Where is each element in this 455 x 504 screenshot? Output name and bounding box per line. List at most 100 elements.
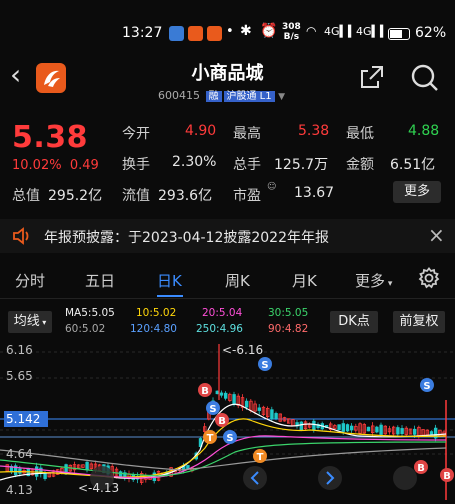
y-tick-label: 4.64 <box>6 447 33 461</box>
open-label: 今开 <box>122 126 150 142</box>
pe-info-icon[interactable]: ☺ <box>267 182 276 192</box>
current-price: 5.38 <box>12 120 89 155</box>
ma250-value: 250:4.96 <box>196 323 243 335</box>
chevron-down-icon[interactable]: ▼ <box>278 92 285 102</box>
tab-monthly-k[interactable]: 月K <box>292 270 317 291</box>
app-notification-icon <box>188 26 203 41</box>
amount-label: 金额 <box>346 157 374 173</box>
candle-body <box>349 425 354 431</box>
kline-chart[interactable]: S B S B T S T S B B 6.16 5.65 5.142 4.64… <box>0 340 455 500</box>
margin-tag: 融 <box>205 91 222 102</box>
price-change: 10.02% 0.49 <box>12 158 99 173</box>
candle-body <box>85 461 89 471</box>
alarm-icon: ⏰ <box>260 23 278 39</box>
high-label: 最高 <box>233 126 261 142</box>
candle-body <box>257 407 261 411</box>
svg-text:T: T <box>207 433 214 444</box>
y-tick-label: 5.65 <box>6 369 33 383</box>
pe-value: 13.67 <box>294 185 335 201</box>
stock-name: 小商品城 <box>191 63 264 84</box>
nav-circle <box>318 466 342 490</box>
clock: 13:27 <box>122 25 163 41</box>
tab-more[interactable]: 更多 ▾ <box>355 270 392 291</box>
svg-text:B: B <box>201 386 209 397</box>
app-notification-icon <box>207 26 222 41</box>
amount-value: 6.51亿 <box>390 157 436 173</box>
app-notification-icon <box>169 26 184 41</box>
ma20-value: 20:5.04 <box>202 307 243 319</box>
announcement-bar[interactable]: 年报预披露：于2023-04-12披露2022年年报 × <box>0 219 455 253</box>
y-tick-label: 4.13 <box>6 483 33 497</box>
sell-marker: S <box>258 357 272 371</box>
dk-point-button[interactable]: DK点 <box>330 311 378 333</box>
volume-label: 总手 <box>233 157 261 173</box>
signal-4g-icon: 4G▍▍ <box>324 25 357 38</box>
float-label: 流值 <box>122 188 150 204</box>
candle-body <box>244 400 249 408</box>
network-speed: 308 B/s <box>282 22 301 42</box>
candle-body <box>412 428 417 435</box>
high-value: 5.38 <box>298 123 330 139</box>
battery-icon <box>388 28 410 40</box>
t-marker: T <box>253 449 267 463</box>
svg-text:T: T <box>257 452 264 463</box>
candle-body <box>366 426 371 432</box>
candle-body <box>274 413 278 419</box>
ma10-value: 10:5.02 <box>136 307 177 319</box>
mktcap-label: 总值 <box>12 188 40 204</box>
ma120-value: 120:4.80 <box>130 323 177 335</box>
ma90-value: 90:4.82 <box>268 323 309 335</box>
buy-marker: B <box>414 460 428 474</box>
candle-body <box>119 471 123 477</box>
pe-label: 市盈 <box>233 188 261 204</box>
candle-body <box>396 427 400 435</box>
svg-text:S: S <box>261 360 268 371</box>
candle-body <box>337 424 341 431</box>
tab-daily-k[interactable]: 日K <box>157 270 182 291</box>
battery-percentage: 62% <box>415 25 447 41</box>
stock-header: ‹ 小商品城 600415 融沪股通 L1 ▼ <box>0 55 455 107</box>
speaker-icon <box>12 227 32 249</box>
stock-code: 600415 <box>158 89 200 102</box>
chart-tabs: 分时 五日 日K 周K 月K 更多 ▾ <box>0 262 455 299</box>
forward-adjust-button[interactable]: 前复权 <box>393 311 445 333</box>
buy-marker: B <box>215 413 229 427</box>
nfc-icon: ✱ <box>240 23 252 39</box>
low-value: 4.88 <box>408 123 440 139</box>
volume-value: 125.7万 <box>274 157 329 173</box>
tab-weekly-k[interactable]: 周K <box>225 270 250 291</box>
turnover-label: 换手 <box>122 157 150 173</box>
ma5-value: MA5:5.05 <box>65 307 115 319</box>
active-tab-indicator <box>157 295 183 297</box>
candle-body <box>43 472 47 479</box>
tab-five-day[interactable]: 五日 <box>85 270 115 291</box>
max-price-annotation: <-6.16 <box>222 343 264 357</box>
svg-text:B: B <box>218 416 226 427</box>
candle-body <box>35 466 39 477</box>
buy-marker: B <box>440 468 454 482</box>
ma-toggle-button[interactable]: 均线 ▾ <box>8 311 52 333</box>
more-quote-button[interactable]: 更多 <box>393 181 441 203</box>
t-marker: T <box>203 430 217 444</box>
open-value: 4.90 <box>185 123 217 139</box>
sell-marker: S <box>420 378 434 392</box>
min-price-annotation: <-4.13 <box>78 481 120 495</box>
share-icon[interactable] <box>358 63 386 95</box>
ma30-value: 30:5.05 <box>268 307 309 319</box>
tab-intraday[interactable]: 分时 <box>15 270 45 291</box>
search-icon[interactable] <box>410 63 440 97</box>
buy-marker: B <box>198 383 212 397</box>
y-tick-label: 6.16 <box>6 343 33 357</box>
signal-4g-icon: 4G▍▍ <box>356 25 389 38</box>
candle-body <box>400 428 404 435</box>
nav-circle <box>243 466 267 490</box>
svg-text:B: B <box>443 471 451 482</box>
svg-text:S: S <box>209 404 216 415</box>
settings-gear-icon[interactable] <box>418 267 440 293</box>
candle-body <box>232 394 236 405</box>
wifi-icon: ◠ <box>306 24 317 38</box>
close-icon[interactable]: × <box>428 223 445 247</box>
mktcap-value: 295.2亿 <box>48 188 103 204</box>
connect-tag: 沪股通 L1 <box>223 91 275 102</box>
svg-text:S: S <box>226 433 233 444</box>
